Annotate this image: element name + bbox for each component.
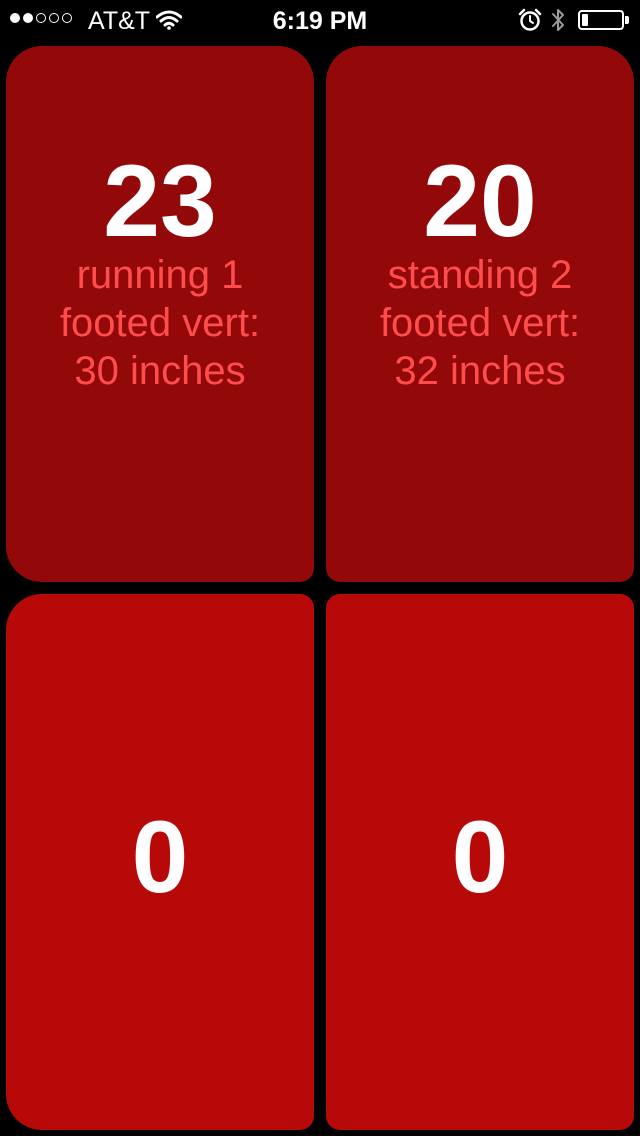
tile-count: 23 xyxy=(103,144,217,258)
bluetooth-icon xyxy=(552,9,564,31)
battery-icon xyxy=(578,10,624,30)
counter-tile-bottom-right[interactable]: 0 xyxy=(326,594,634,1130)
battery-tip xyxy=(625,16,629,24)
counter-tile-standing-vert[interactable]: 20 standing 2 footed vert: 32 inches xyxy=(326,46,634,582)
tile-count: 0 xyxy=(131,800,189,914)
alarm-clock-icon xyxy=(518,8,542,31)
tile-content: 0 xyxy=(131,800,189,914)
tile-label: standing 2 footed vert: 32 inches xyxy=(379,253,581,393)
counter-tile-bottom-left[interactable]: 0 xyxy=(6,594,314,1130)
status-bar: AT&T 6:19 PM xyxy=(0,0,640,40)
battery-level xyxy=(582,14,588,26)
tile-content: 23 running 1 footed vert: 30 inches xyxy=(25,144,295,403)
tile-count: 0 xyxy=(451,800,509,914)
tile-count: 20 xyxy=(423,144,537,258)
tile-content: 0 xyxy=(451,800,509,914)
tile-content: 20 standing 2 footed vert: 32 inches xyxy=(345,144,615,403)
status-time: 6:19 PM xyxy=(272,7,368,35)
counter-tile-running-vert[interactable]: 23 running 1 footed vert: 30 inches xyxy=(6,46,314,582)
tile-label: running 1 footed vert: 30 inches xyxy=(59,253,261,393)
